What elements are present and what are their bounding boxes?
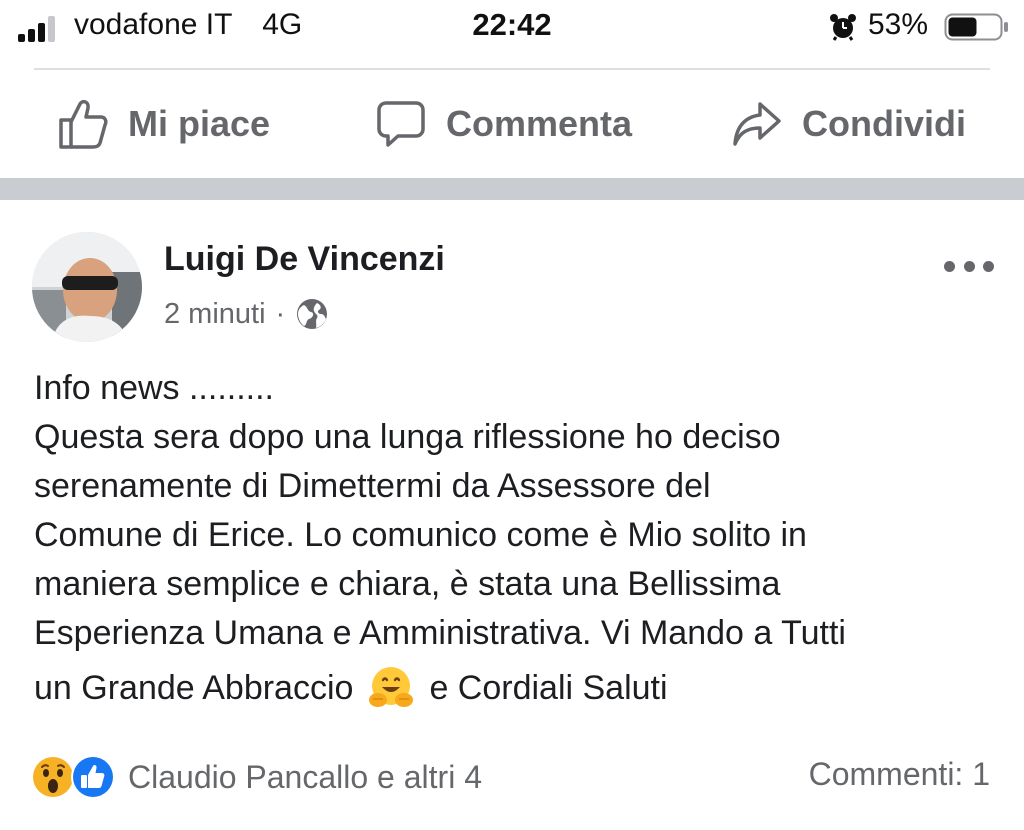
post-text-line: serenamente di Dimettermi da Assessore d… [34, 467, 711, 505]
battery-icon [944, 13, 1008, 41]
thumbs-up-icon [59, 99, 108, 149]
post-text-line: Info news ......... [34, 369, 274, 407]
battery-percent: 53% [868, 8, 929, 41]
reaction-names: Claudio Pancallo e altri 4 [128, 758, 482, 795]
status-bar: vodafone IT 4G 22:42 53% [0, 0, 1024, 56]
post-timestamp[interactable]: 2 minuti [164, 298, 266, 331]
post-action-bar: Mi piace Commenta Condividi [0, 70, 1024, 178]
more-dot-icon [944, 260, 955, 272]
author-name[interactable]: Luigi De Vincenzi [164, 240, 445, 279]
share-button[interactable]: Condividi [732, 94, 966, 154]
alarm-clock-icon [830, 14, 856, 41]
meta-separator: · [275, 297, 286, 330]
share-arrow-icon [733, 102, 781, 146]
more-options-button[interactable] [944, 254, 994, 278]
feed-separator [0, 178, 1024, 200]
comment-label: Commenta [446, 103, 633, 144]
post-meta: 2 minuti · [164, 294, 329, 334]
like-reaction-icon [71, 755, 115, 799]
more-dot-icon [983, 260, 994, 272]
post-text-line: maniera semplice e chiara, è stata una B… [34, 565, 781, 603]
post-text-line: un Grande Abbraccio e Cordiali Saluti [34, 658, 1004, 718]
comment-button[interactable]: Commenta [376, 94, 632, 154]
comments-count[interactable]: Commenti: 1 [809, 756, 990, 793]
globe-icon [297, 299, 328, 329]
post-text-line: Comune di Erice. Lo comunico come è Mio … [34, 516, 807, 554]
post-text-segment: e Cordiali Saluti [429, 668, 668, 707]
like-button[interactable]: Mi piace [58, 94, 270, 154]
post-text-line: Questa sera dopo una lunga riflessione h… [34, 418, 781, 456]
like-label: Mi piace [128, 103, 271, 144]
post-text-line: Esperienza Umana e Amministrativa. Vi Ma… [34, 614, 846, 652]
author-avatar[interactable] [32, 232, 142, 342]
hugging-face-emoji-icon [369, 667, 414, 707]
post-text: Info news ......... Questa sera dopo una… [34, 364, 1004, 718]
reactions-summary[interactable]: Claudio Pancallo e altri 4 [30, 752, 482, 802]
avatar-photo [32, 232, 142, 342]
speech-bubble-icon [377, 101, 425, 147]
more-dot-icon [963, 260, 975, 272]
post-text-segment: un Grande Abbraccio [34, 668, 354, 707]
share-label: Condividi [802, 103, 966, 144]
